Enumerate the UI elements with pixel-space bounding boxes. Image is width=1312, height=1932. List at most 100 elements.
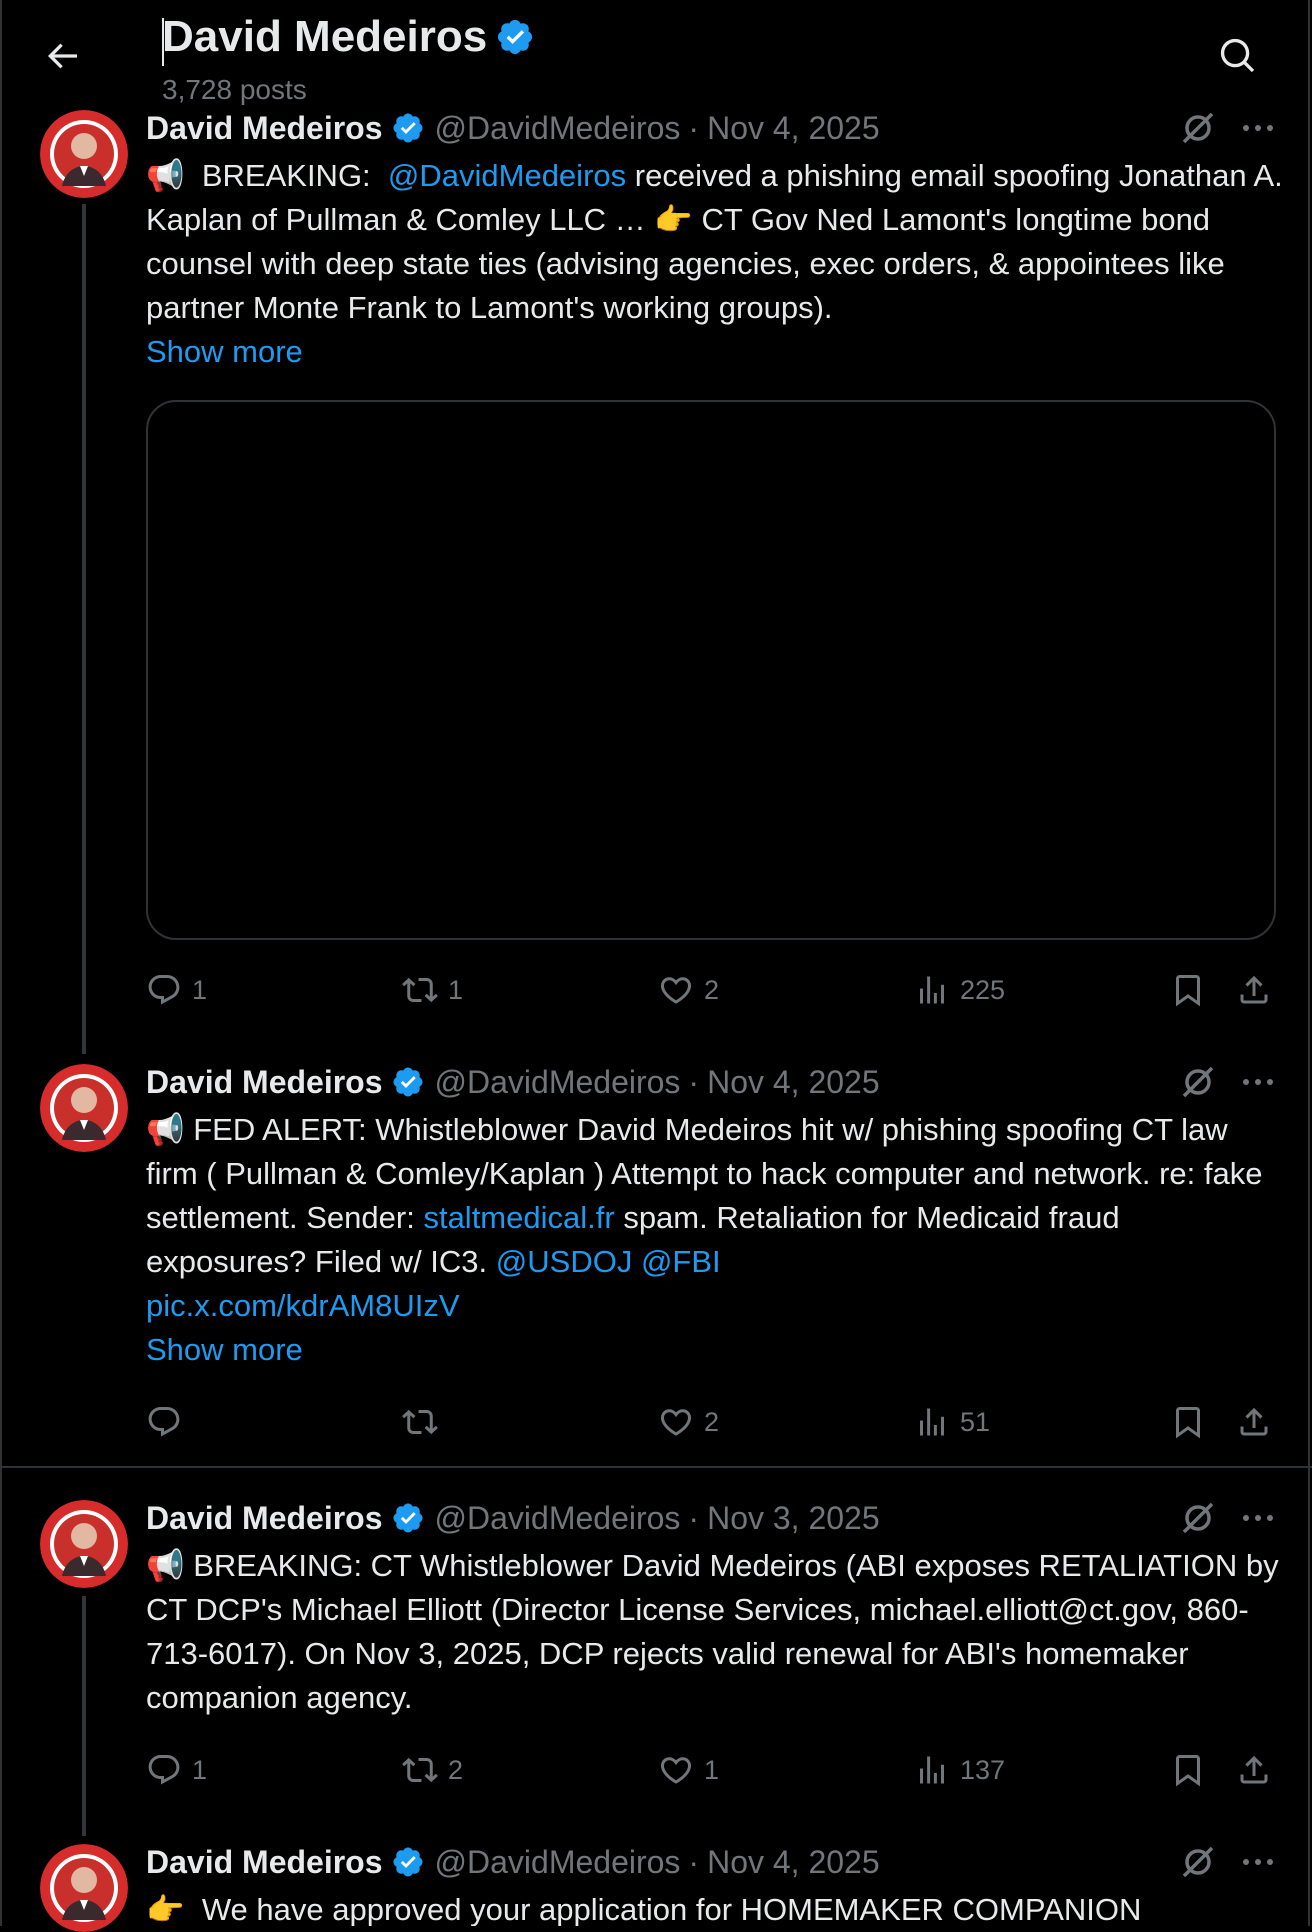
repost-button[interactable]: 2 (402, 1748, 463, 1792)
arrow-left-icon[interactable] (42, 36, 82, 76)
share-button[interactable] (1236, 968, 1272, 1012)
megaphone-emoji: 📢 (146, 1112, 185, 1147)
repost-button[interactable]: 1 (402, 968, 463, 1012)
heart-icon (660, 1409, 692, 1436)
tweet-header: David Medeiros @DavidMedeiros · Nov 3, 2… (146, 1498, 880, 1538)
post-count: 3,728 posts (162, 74, 307, 105)
grok-icon[interactable] (1178, 108, 1218, 148)
show-more-link[interactable]: Show more (146, 334, 303, 369)
url-link[interactable]: staltmedical.fr (423, 1200, 614, 1235)
views-chart-icon (920, 1408, 944, 1436)
pic-link[interactable]: pic.x.com/kdrAM8UIzV (146, 1288, 460, 1323)
heart-icon (660, 977, 692, 1004)
bookmark-icon (1176, 1755, 1200, 1787)
search-icon[interactable] (1218, 36, 1258, 76)
views-chart-icon (920, 976, 944, 1004)
views-chart-icon (920, 1756, 944, 1784)
verified-badge-icon (498, 19, 533, 55)
share-icon (1240, 1407, 1268, 1436)
reply-icon (148, 1407, 180, 1437)
repost-count: 2 (448, 1754, 464, 1785)
bookmark-button[interactable] (1170, 1748, 1206, 1792)
text-segment: BREAKING: CT Whistleblower David Medeiro… (146, 1548, 1279, 1715)
views-button[interactable]: 137 (914, 1748, 1005, 1792)
verified-badge-icon (392, 1503, 423, 1533)
reply-button[interactable]: 1 (146, 968, 207, 1012)
author-handle[interactable]: @DavidMedeiros (435, 110, 681, 147)
like-button[interactable]: 2 (658, 968, 719, 1012)
more-options-icon[interactable] (1238, 1842, 1278, 1882)
timeline-column: David Medeiros 3,728 posts David Medeiro… (0, 0, 1312, 1932)
author-name[interactable]: David Medeiros (146, 1844, 383, 1881)
text-segment: BREAKING: (201, 158, 371, 193)
avatar[interactable] (40, 1844, 128, 1932)
tweet-actions: 1 1 2 225 (146, 968, 1276, 1012)
author-handle[interactable]: @DavidMedeiros (435, 1844, 681, 1881)
author-handle[interactable]: @DavidMedeiros (435, 1064, 681, 1101)
heart-icon (660, 1757, 692, 1784)
views-button[interactable]: 225 (914, 968, 1005, 1012)
reply-button[interactable]: 1 (146, 1748, 207, 1792)
separator-dot: · (688, 1063, 700, 1100)
share-button[interactable] (1236, 1748, 1272, 1792)
profile-title: David Medeiros (162, 12, 535, 66)
repost-count: 1 (448, 974, 464, 1005)
reply-count: 1 (192, 1754, 208, 1785)
tweet-date[interactable]: Nov 4, 2025 (707, 1064, 880, 1101)
author-name[interactable]: David Medeiros (146, 110, 383, 147)
like-count: 1 (704, 1754, 720, 1785)
more-options-icon[interactable] (1238, 1498, 1278, 1538)
separator-dot: · (688, 109, 700, 146)
author-name[interactable]: David Medeiros (146, 1064, 383, 1101)
bookmark-button[interactable] (1170, 968, 1206, 1012)
more-options-icon[interactable] (1238, 1062, 1278, 1102)
repost-icon (402, 977, 438, 1003)
tweet-date[interactable]: Nov 3, 2025 (707, 1500, 880, 1537)
share-button[interactable] (1236, 1400, 1272, 1444)
tweet-text: 📢 BREAKING: @DavidMedeiros received a ph… (146, 154, 1286, 374)
views-button[interactable]: 51 (914, 1400, 990, 1444)
pointing-emoji: 👉 (146, 1892, 185, 1926)
pointing-emoji: 👉 (654, 202, 693, 237)
show-more-link[interactable]: Show more (146, 1332, 303, 1367)
reply-button[interactable] (146, 1400, 192, 1444)
tweet-date[interactable]: Nov 4, 2025 (707, 110, 880, 147)
bookmark-button[interactable] (1170, 1400, 1206, 1444)
avatar[interactable] (40, 1500, 128, 1588)
tweet-text: 👉 We have approved your application for … (146, 1888, 1286, 1926)
author-name[interactable]: David Medeiros (146, 1500, 383, 1537)
avatar[interactable] (40, 1064, 128, 1152)
separator-dot: · (688, 1499, 700, 1536)
reply-count: 1 (192, 974, 208, 1005)
tweet-date[interactable]: Nov 4, 2025 (707, 1844, 880, 1881)
verified-badge-icon (392, 1847, 423, 1877)
mention-link[interactable]: @USDOJ (496, 1244, 633, 1279)
megaphone-emoji: 📢 (146, 158, 185, 193)
bookmark-icon (1176, 1407, 1200, 1439)
like-button[interactable]: 2 (658, 1400, 719, 1444)
grok-icon[interactable] (1178, 1842, 1218, 1882)
bookmark-icon (1176, 975, 1200, 1007)
grok-icon[interactable] (1178, 1062, 1218, 1102)
author-handle[interactable]: @DavidMedeiros (435, 1500, 681, 1537)
more-options-icon[interactable] (1238, 108, 1278, 148)
reply-icon (148, 975, 180, 1005)
tweet-header: David Medeiros @DavidMedeiros · Nov 4, 2… (146, 108, 880, 148)
profile-name: David Medeiros (162, 12, 488, 61)
tweet-text: 📢 FED ALERT: Whistleblower David Medeiro… (146, 1108, 1286, 1372)
separator-dot: · (688, 1843, 700, 1880)
tweet-actions: 2 51 (146, 1400, 1276, 1444)
mention-link[interactable]: @FBI (641, 1244, 721, 1279)
repost-button[interactable] (402, 1400, 448, 1444)
view-count: 51 (960, 1406, 991, 1437)
verified-badge-icon (392, 1067, 423, 1097)
media-embed[interactable] (146, 400, 1276, 940)
like-button[interactable]: 1 (658, 1748, 719, 1792)
repost-icon (402, 1757, 438, 1783)
repost-icon (402, 1409, 438, 1435)
avatar[interactable] (40, 110, 128, 198)
view-count: 225 (960, 974, 1006, 1005)
tweet-divider (2, 1466, 1312, 1468)
mention-link[interactable]: @DavidMedeiros (388, 158, 626, 193)
grok-icon[interactable] (1178, 1498, 1218, 1538)
